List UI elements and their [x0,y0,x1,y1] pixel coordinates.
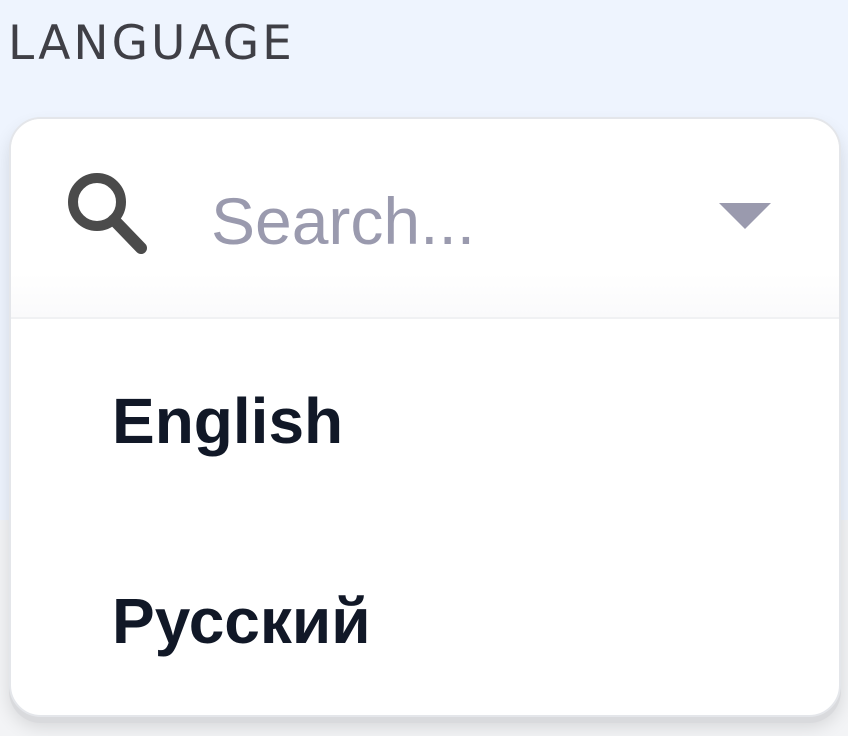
search-bar[interactable] [11,119,839,319]
option-label: Русский [112,585,371,657]
search-icon [61,169,151,259]
chevron-down-icon[interactable] [719,203,771,229]
language-dropdown: English Русский [9,117,841,717]
option-english[interactable]: English [11,321,839,521]
language-label: LANGUAGE [8,16,295,71]
options-list: English Русский [11,321,839,715]
search-input[interactable] [211,181,681,261]
option-label: English [112,385,344,457]
option-russian[interactable]: Русский [11,521,839,715]
